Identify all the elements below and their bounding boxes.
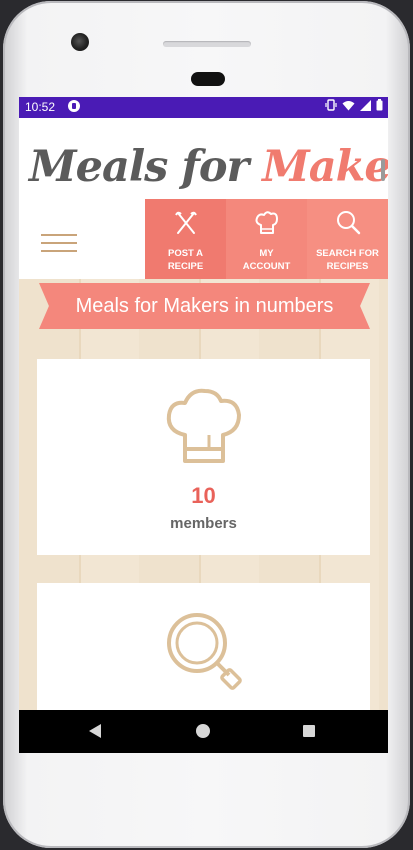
front-camera xyxy=(71,33,89,51)
fork-knife-icon xyxy=(145,209,226,237)
recents-button[interactable] xyxy=(303,725,315,737)
wifi-icon xyxy=(342,100,355,114)
status-bar: 10:52 xyxy=(19,97,388,118)
menu-area xyxy=(19,199,145,279)
search-recipes-label-1: SEARCH FOR xyxy=(316,248,379,259)
section-ribbon: Meals for Makers in numbers xyxy=(39,283,370,329)
my-account-button[interactable]: MY ACCOUNT xyxy=(226,199,307,279)
home-button[interactable] xyxy=(196,724,210,738)
my-account-label-1: MY xyxy=(259,248,274,259)
post-recipe-label-1: POST A xyxy=(167,248,203,259)
search-recipes-label-2: RECIPES xyxy=(326,261,369,272)
logo-text-meals: Meals for xyxy=(29,142,263,192)
site-logo[interactable]: Meals for Makers xyxy=(29,142,388,206)
logo-text-makers: Makers xyxy=(262,142,388,192)
stat-card-members: 10 members xyxy=(37,359,370,555)
search-recipes-button[interactable]: SEARCH FOR RECIPES xyxy=(307,199,388,279)
search-icon xyxy=(307,209,388,237)
members-label: members xyxy=(170,515,237,532)
post-recipe-button[interactable]: POST A RECIPE xyxy=(145,199,226,279)
post-recipe-label-2: RECIPE xyxy=(167,261,204,272)
hamburger-menu-icon[interactable] xyxy=(41,234,77,252)
members-count: 10 xyxy=(191,483,216,508)
notification-app-icon xyxy=(68,100,80,112)
my-account-label-2: ACCOUNT xyxy=(242,261,291,272)
frying-pan-icon xyxy=(163,609,247,697)
vibrate-icon xyxy=(325,99,337,114)
back-button[interactable] xyxy=(89,724,101,738)
sensor-pill xyxy=(191,72,225,86)
android-nav-bar xyxy=(19,710,388,753)
earpiece-speaker xyxy=(163,41,251,47)
chef-hat-icon xyxy=(226,209,307,237)
status-icons xyxy=(325,99,383,114)
scrollbar[interactable] xyxy=(381,159,385,181)
chef-hat-icon xyxy=(163,385,243,471)
status-time: 10:52 xyxy=(25,100,56,114)
signal-icon xyxy=(360,99,371,114)
battery-icon xyxy=(376,99,383,114)
screen: 10:52 Meals for Makers xyxy=(19,97,388,753)
